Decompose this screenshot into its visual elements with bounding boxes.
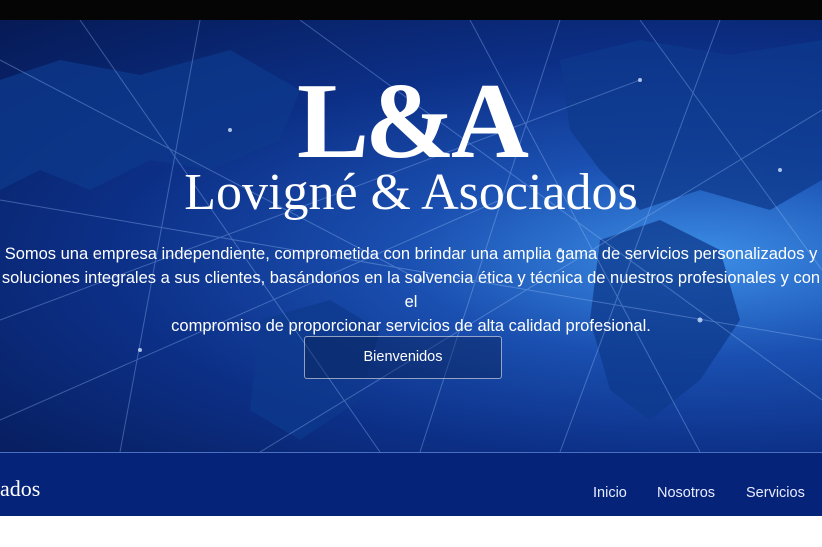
tagline-line: Somos una empresa independiente, comprom…: [4, 245, 818, 263]
welcome-button[interactable]: Bienvenidos: [304, 336, 502, 379]
page-content-area: [0, 516, 822, 547]
navbar-brand[interactable]: ados: [0, 474, 40, 504]
company-name-heading: Lovigné & Asociados: [184, 164, 638, 221]
hero-section: L&A Lovigné & Asociados Somos una empres…: [0, 20, 822, 452]
nav-link-nosotros[interactable]: Nosotros: [657, 483, 715, 503]
main-navbar: ados Inicio Nosotros Servicios: [0, 452, 822, 516]
browser-top-bar: [0, 0, 822, 20]
nav-link-servicios[interactable]: Servicios: [746, 483, 805, 503]
company-logo-mark: L&A: [297, 62, 529, 181]
company-tagline: Somos una empresa independiente, comprom…: [0, 242, 822, 338]
nav-link-inicio[interactable]: Inicio: [593, 483, 627, 503]
tagline-line: compromiso de proporcionar servicios de …: [171, 317, 651, 335]
tagline-line: soluciones integrales a sus clientes, ba…: [1, 269, 821, 311]
